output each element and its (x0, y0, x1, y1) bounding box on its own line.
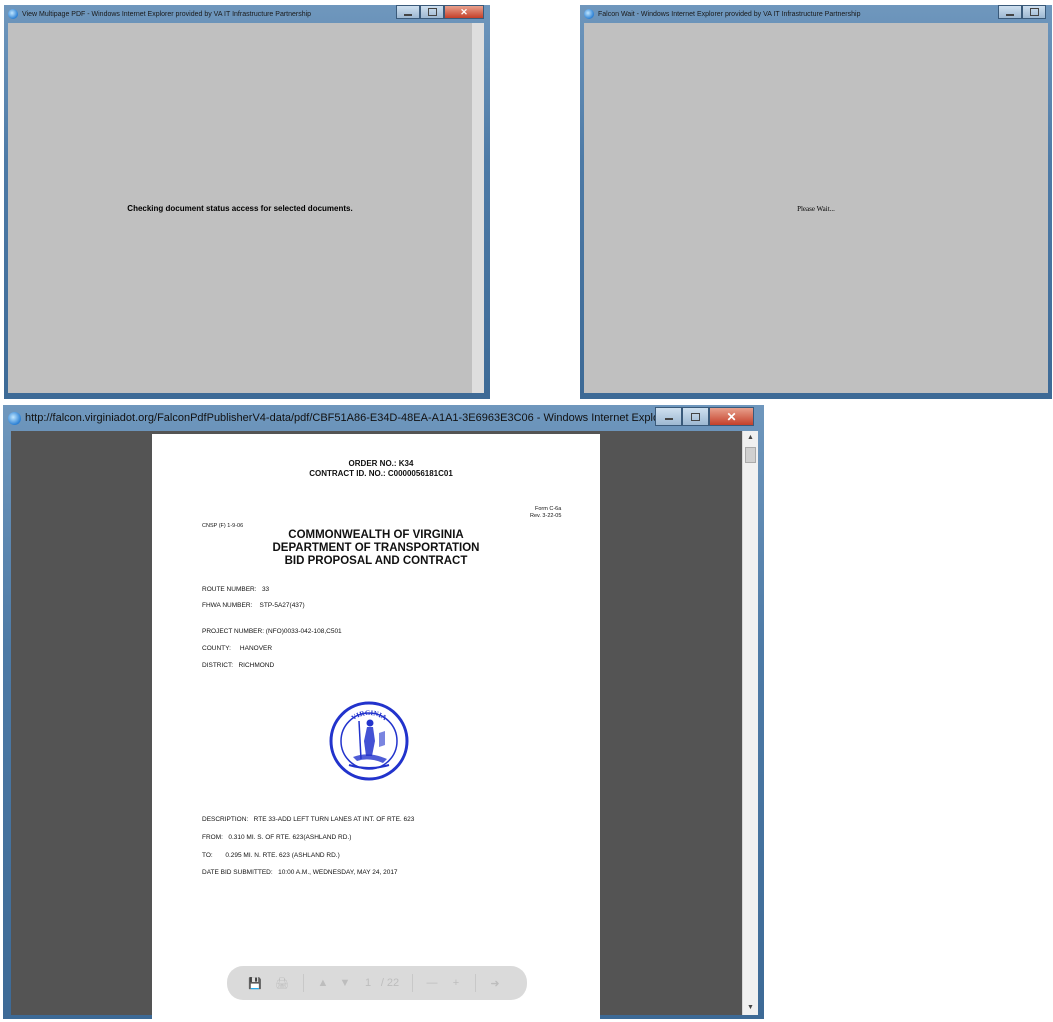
next-page-icon[interactable]: ▼ (338, 977, 352, 989)
heading-bid-proposal: BID PROPOSAL AND CONTRACT (284, 555, 468, 567)
vertical-scrollbar[interactable]: ▲ ▼ (742, 431, 758, 1015)
pdf-page: ORDER NO.: K34 CONTRACT ID. NO.: C000005… (152, 434, 600, 1022)
maximize-button[interactable] (682, 407, 709, 426)
project-number: PROJECT NUMBER: (NFO)0033-042-108,C501 (202, 628, 342, 635)
window-controls (998, 5, 1046, 19)
toolbar-separator (475, 974, 476, 992)
close-button[interactable]: ✕ (444, 5, 484, 19)
zoom-out-icon[interactable]: — (425, 977, 439, 989)
ie-window-multipage-pdf: View Multipage PDF - Windows Internet Ex… (4, 5, 490, 399)
maximize-icon (427, 8, 437, 16)
route-number: ROUTE NUMBER: 33 (202, 586, 270, 593)
close-button[interactable]: ✕ (709, 407, 754, 426)
minimize-icon (404, 13, 412, 16)
contract-id: CONTRACT ID. NO.: C0000056181C01 (309, 469, 453, 478)
pdf-viewer-area: ORDER NO.: K34 CONTRACT ID. NO.: C000005… (11, 431, 742, 1022)
internet-explorer-icon (8, 9, 18, 19)
window-title-bar[interactable]: http://falcon.virginiadot.org/FalconPdfP… (3, 405, 764, 431)
close-icon: ✕ (726, 409, 737, 424)
window-content: Checking document status access for sele… (8, 23, 472, 393)
window-controls: ✕ (655, 407, 754, 426)
internet-explorer-icon (584, 9, 594, 19)
maximize-button[interactable] (420, 5, 444, 19)
print-icon[interactable]: 🖨 (273, 977, 291, 990)
page-number-input[interactable]: 1 (362, 977, 374, 989)
close-icon: ✕ (460, 6, 468, 17)
window-title: View Multipage PDF - Windows Internet Ex… (22, 10, 312, 18)
minimize-button[interactable] (655, 407, 682, 426)
maximize-icon (691, 412, 700, 421)
please-wait-message: Please Wait... (797, 205, 835, 213)
save-icon[interactable]: 💾 (247, 977, 263, 990)
pdf-floating-toolbar: 💾 🖨 ▲ ▼ 1 / 22 — + ➜ (227, 966, 527, 1000)
toolbar-separator (412, 974, 413, 992)
minimize-button[interactable] (396, 5, 420, 19)
toolbar-separator (303, 974, 304, 992)
heading-department: DEPARTMENT OF TRANSPORTATION (272, 542, 480, 554)
maximize-icon (1029, 8, 1039, 16)
previous-page-icon[interactable]: ▲ (316, 977, 330, 989)
window-controls: ✕ (396, 5, 484, 19)
ie-window-pdf-viewer: http://falcon.virginiadot.org/FalconPdfP… (3, 405, 764, 1022)
description: DESCRIPTION: RTE 33-ADD LEFT TURN LANES … (202, 816, 415, 823)
minimize-button[interactable] (998, 5, 1022, 19)
date-bid-submitted: DATE BID SUBMITTED: 10:00 A.M., WEDNESDA… (202, 869, 398, 876)
virginia-seal-image: VIRGINIA (329, 701, 409, 781)
scroll-down-arrow-icon[interactable]: ▼ (743, 1001, 758, 1015)
zoom-in-icon[interactable]: + (449, 977, 463, 989)
window-content: Please Wait... (584, 23, 1048, 393)
fhwa-number: FHWA NUMBER: STP-5A27(437) (202, 602, 305, 609)
minimize-icon (664, 418, 673, 420)
to-location: TO: 0.295 MI. N. RTE. 623 (ASHLAND RD.) (202, 852, 340, 859)
internet-explorer-icon (8, 412, 21, 425)
order-number: ORDER NO.: K34 (348, 459, 414, 468)
heading-commonwealth: COMMONWEALTH OF VIRGINIA (288, 529, 464, 541)
vertical-scrollbar[interactable] (472, 23, 484, 393)
form-number: Form C-6a (535, 506, 562, 512)
window-title: Falcon Wait - Windows Internet Explorer … (598, 10, 861, 18)
status-message: Checking document status access for sele… (127, 204, 353, 213)
window-title: http://falcon.virginiadot.org/FalconPdfP… (25, 412, 692, 424)
county: COUNTY: HANOVER (202, 645, 273, 652)
maximize-button[interactable] (1022, 5, 1046, 19)
from-location: FROM: 0.310 MI. S. OF RTE. 623(ASHLAND R… (202, 834, 352, 841)
minimize-icon (1006, 13, 1014, 16)
ie-window-falcon-wait: Falcon Wait - Windows Internet Explorer … (580, 5, 1052, 399)
scroll-up-arrow-icon[interactable]: ▲ (743, 431, 758, 445)
form-revision: Rev. 3-22-05 (530, 513, 562, 519)
district: DISTRICT: RICHMOND (202, 662, 275, 669)
window-title-bar[interactable]: Falcon Wait - Windows Internet Explorer … (580, 5, 1052, 23)
page-total: / 22 (380, 977, 400, 989)
open-in-reader-icon[interactable]: ➜ (488, 977, 502, 990)
scroll-thumb[interactable] (745, 447, 756, 463)
